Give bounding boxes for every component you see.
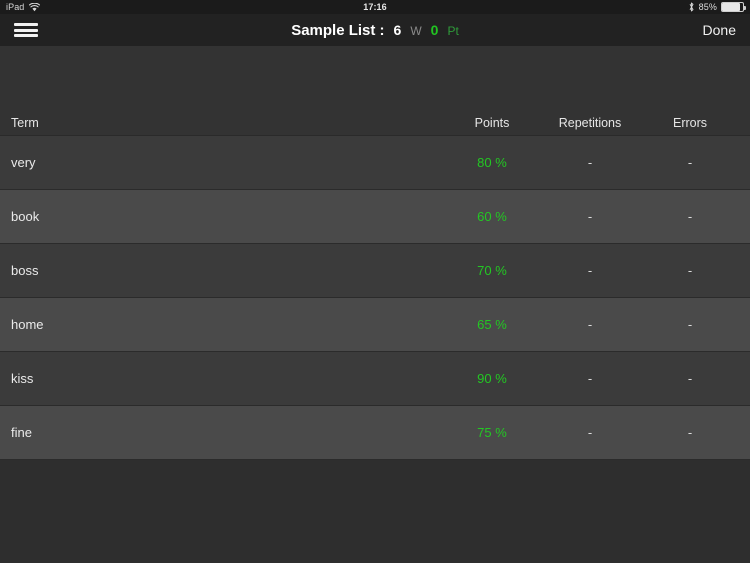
table-row[interactable]: boss 70 % - - — [0, 244, 750, 298]
status-bar-right: 85% — [688, 2, 744, 12]
cell-repetitions: - — [540, 190, 640, 244]
cell-repetitions: - — [540, 406, 640, 460]
column-header-repetitions: Repetitions — [540, 110, 640, 136]
column-header-points: Points — [452, 110, 532, 136]
table-header-row: Term Points Repetitions Errors — [0, 110, 750, 136]
cell-term: fine — [11, 406, 32, 460]
status-bar-clock: 17:16 — [0, 0, 750, 14]
cell-points: 90 % — [452, 352, 532, 406]
table-row[interactable]: very 80 % - - — [0, 136, 750, 190]
term-list: very 80 % - - book 60 % - - boss 70 % - … — [0, 136, 750, 460]
app-root: iPad 17:16 85% Sample — [0, 0, 750, 563]
cell-repetitions: - — [540, 244, 640, 298]
filter-toolbar: To Learn Learned Deleted — [0, 46, 750, 110]
bluetooth-icon — [688, 2, 695, 12]
list-title-label: Sample List : — [291, 22, 384, 39]
cell-term: book — [11, 190, 39, 244]
wifi-icon — [29, 3, 40, 12]
cell-errors: - — [650, 136, 730, 190]
cell-points: 65 % — [452, 298, 532, 352]
cell-points: 75 % — [452, 406, 532, 460]
cell-errors: - — [650, 352, 730, 406]
points-value: 0 — [431, 22, 439, 38]
cell-points: 70 % — [452, 244, 532, 298]
cell-repetitions: - — [540, 352, 640, 406]
table-row[interactable]: home 65 % - - — [0, 298, 750, 352]
word-count-label: W — [410, 24, 421, 38]
cell-points: 80 % — [452, 136, 532, 190]
device-name-label: iPad — [6, 2, 24, 12]
cell-errors: - — [650, 244, 730, 298]
cell-errors: - — [650, 406, 730, 460]
cell-points: 60 % — [452, 190, 532, 244]
cell-errors: - — [650, 298, 730, 352]
battery-percent-label: 85% — [699, 2, 717, 12]
table-row[interactable]: fine 75 % - - — [0, 406, 750, 460]
table-row[interactable]: kiss 90 % - - — [0, 352, 750, 406]
cell-term: very — [11, 136, 36, 190]
cell-term: kiss — [11, 352, 33, 406]
status-bar-left: iPad — [6, 2, 40, 12]
navigation-bar: Sample List : 6 W 0 Pt Done — [0, 14, 750, 46]
status-bar: iPad 17:16 85% — [0, 0, 750, 14]
done-button[interactable]: Done — [703, 22, 736, 38]
empty-list-area — [0, 460, 750, 563]
points-label: Pt — [447, 24, 458, 38]
cell-repetitions: - — [540, 298, 640, 352]
page-title: Sample List : 6 W 0 Pt — [0, 22, 750, 39]
column-header-term: Term — [11, 110, 39, 136]
hamburger-menu-icon[interactable] — [14, 21, 38, 39]
word-count-value: 6 — [394, 22, 402, 38]
column-header-errors: Errors — [650, 110, 730, 136]
cell-term: boss — [11, 244, 38, 298]
cell-term: home — [11, 298, 44, 352]
table-row[interactable]: book 60 % - - — [0, 190, 750, 244]
battery-icon — [721, 2, 744, 12]
cell-repetitions: - — [540, 136, 640, 190]
cell-errors: - — [650, 190, 730, 244]
